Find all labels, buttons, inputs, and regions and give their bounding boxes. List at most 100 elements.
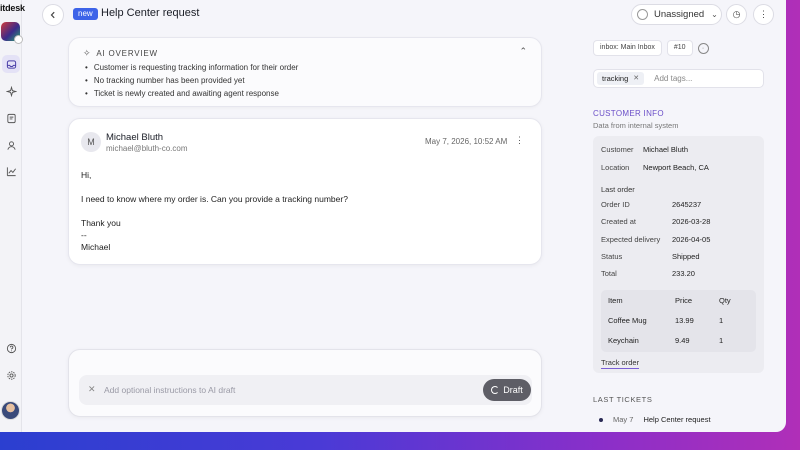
inbox-icon[interactable] (2, 55, 20, 73)
item-qty: 1 (719, 316, 724, 325)
assignee-dropdown[interactable]: Unassigned ⌄ (631, 4, 722, 25)
message-line: Hi, (81, 170, 92, 180)
sidebar: itdesk (0, 0, 25, 432)
ticket-meta-row: inbox: Main Inbox #10 · (593, 40, 765, 56)
field-label: Order ID (601, 200, 630, 209)
field-label: Total (601, 269, 617, 278)
ticket-number-chip: #10 (666, 40, 693, 56)
last-ticket-item[interactable]: May 7 Help Center request (599, 415, 711, 424)
item-name: Keychain (608, 336, 639, 345)
ai-sparkle-icon[interactable] (2, 82, 20, 100)
reply-composer: ✕ Draft (68, 349, 542, 417)
bullet-icon (599, 417, 603, 422)
field-label: Expected delivery (601, 235, 661, 244)
inbox-chip[interactable]: inbox: Main Inbox (593, 40, 662, 56)
customer-info-title: CUSTOMER INFO (593, 109, 664, 118)
app-window: itdesk new Help Center request Unassigne… (0, 0, 786, 432)
ticket-title: Help Center request (101, 7, 200, 19)
order-items-table: Item Price Qty Coffee Mug 13.99 1 Keycha… (601, 290, 756, 352)
tag-chip: tracking ✕ (597, 72, 645, 85)
brand-name: itdesk (0, 3, 25, 13)
last-ticket-title: Help Center request (643, 415, 711, 424)
close-icon[interactable]: ✕ (88, 384, 96, 395)
message-line: Thank you (81, 218, 121, 228)
ai-draft-bar: ✕ Draft (79, 375, 532, 405)
customer-info-card: Customer Michael Bluth Location Newport Be… (593, 136, 764, 373)
column-header: Price (675, 296, 693, 305)
field-label: Customer (601, 145, 634, 154)
status-badge: new (73, 8, 98, 20)
item-price: 13.99 (675, 316, 694, 325)
message-line: Michael (81, 242, 111, 252)
ai-overview-header: ✧ AI OVERVIEW (83, 48, 158, 59)
more-options-button[interactable]: ⋮ (753, 4, 774, 25)
draft-button[interactable]: Draft (483, 379, 531, 401)
ai-overview-list: Customer is requesting tracking informat… (85, 62, 299, 101)
chevron-down-icon: ⌄ (711, 10, 718, 19)
last-ticket-date: May 7 (613, 415, 634, 424)
analytics-icon[interactable] (2, 162, 20, 180)
ai-overview-point: No tracking number has been provided yet (85, 75, 298, 88)
clock-icon: ◷ (732, 9, 741, 19)
field-label: Location (601, 163, 630, 172)
field-value: 233.20 (672, 269, 695, 278)
location-row: Location Newport Beach, CA (601, 163, 709, 172)
tags-field[interactable]: tracking ✕ (593, 69, 764, 88)
back-button[interactable] (42, 4, 64, 26)
knowledge-icon[interactable] (2, 109, 20, 127)
sparkle-icon: ✧ (83, 48, 92, 58)
field-value: Newport Beach, CA (643, 163, 709, 172)
message-body: Hi, I need to know where my order is. Ca… (81, 169, 348, 253)
field-value: Michael Bluth (643, 145, 689, 154)
collapse-button[interactable]: ⌃ (519, 46, 527, 57)
order-field-row: Created at 2026-03-28 (601, 217, 710, 226)
snooze-button[interactable]: ◷ (726, 4, 747, 25)
user-avatar[interactable] (1, 401, 20, 420)
column-header: Item (608, 296, 623, 305)
message-line: -- (81, 230, 87, 240)
order-field-row: Total 233.20 (601, 269, 695, 278)
last-tickets-title: LAST TICKETS (593, 395, 653, 404)
loading-spinner-icon (491, 386, 500, 394)
ai-overview-card: ✧ AI OVERVIEW ⌃ Customer is requesting t… (68, 37, 542, 107)
settings-gear-icon[interactable] (2, 366, 20, 384)
order-field-row: Expected delivery 2026-04-05 (601, 235, 710, 244)
message-line: I need to know where my order is. Can yo… (81, 194, 348, 204)
remove-tag-icon[interactable]: ✕ (633, 72, 639, 85)
item-name: Coffee Mug (608, 316, 647, 325)
help-icon[interactable] (2, 339, 20, 357)
customers-icon[interactable] (2, 136, 20, 154)
assignee-label: Unassigned (654, 9, 705, 20)
person-icon (637, 9, 648, 20)
ai-overview-point: Ticket is newly created and awaiting age… (85, 88, 298, 101)
field-label: Created at (601, 217, 637, 226)
chevron-left-icon (50, 11, 55, 19)
sender-name: Michael Bluth (106, 132, 164, 143)
sender-email: michael@bluth-co.com (106, 144, 188, 153)
message-more-button[interactable]: ⋮ (515, 135, 524, 146)
customer-info-subtitle: Data from internal system (593, 121, 679, 130)
copy-icon[interactable]: · (697, 42, 709, 54)
item-price: 9.49 (675, 336, 690, 345)
order-field-row: Order ID 2645237 (601, 200, 701, 209)
field-value: 2645237 (672, 200, 702, 209)
ticket-details-panel: inbox: Main Inbox #10 · tracking ✕ CUSTO… (593, 40, 765, 432)
column-header: Qty (719, 296, 731, 305)
message-card: M Michael Bluth michael@bluth-co.com May… (68, 118, 542, 265)
message-date: May 7, 2026, 10:52 AM (425, 137, 508, 146)
customer-row: Customer Michael Bluth (601, 145, 688, 154)
order-field-row: Status Shipped (601, 252, 700, 261)
ai-instructions-input[interactable] (104, 382, 454, 398)
tag-label: tracking (602, 74, 629, 83)
sender-avatar: M (81, 132, 101, 152)
last-order-heading: Last order (601, 185, 635, 194)
chevron-up-icon: ⌃ (519, 46, 527, 56)
item-qty: 1 (719, 336, 724, 345)
field-value: 2026-04-05 (672, 235, 711, 244)
field-value: 2026-03-28 (672, 217, 711, 226)
add-tags-input[interactable] (654, 74, 745, 83)
ai-overview-point: Customer is requesting tracking informat… (85, 62, 299, 75)
track-order-link[interactable]: Track order (601, 358, 640, 369)
ai-overview-title: AI OVERVIEW (96, 49, 158, 58)
field-value: Shipped (672, 252, 700, 261)
